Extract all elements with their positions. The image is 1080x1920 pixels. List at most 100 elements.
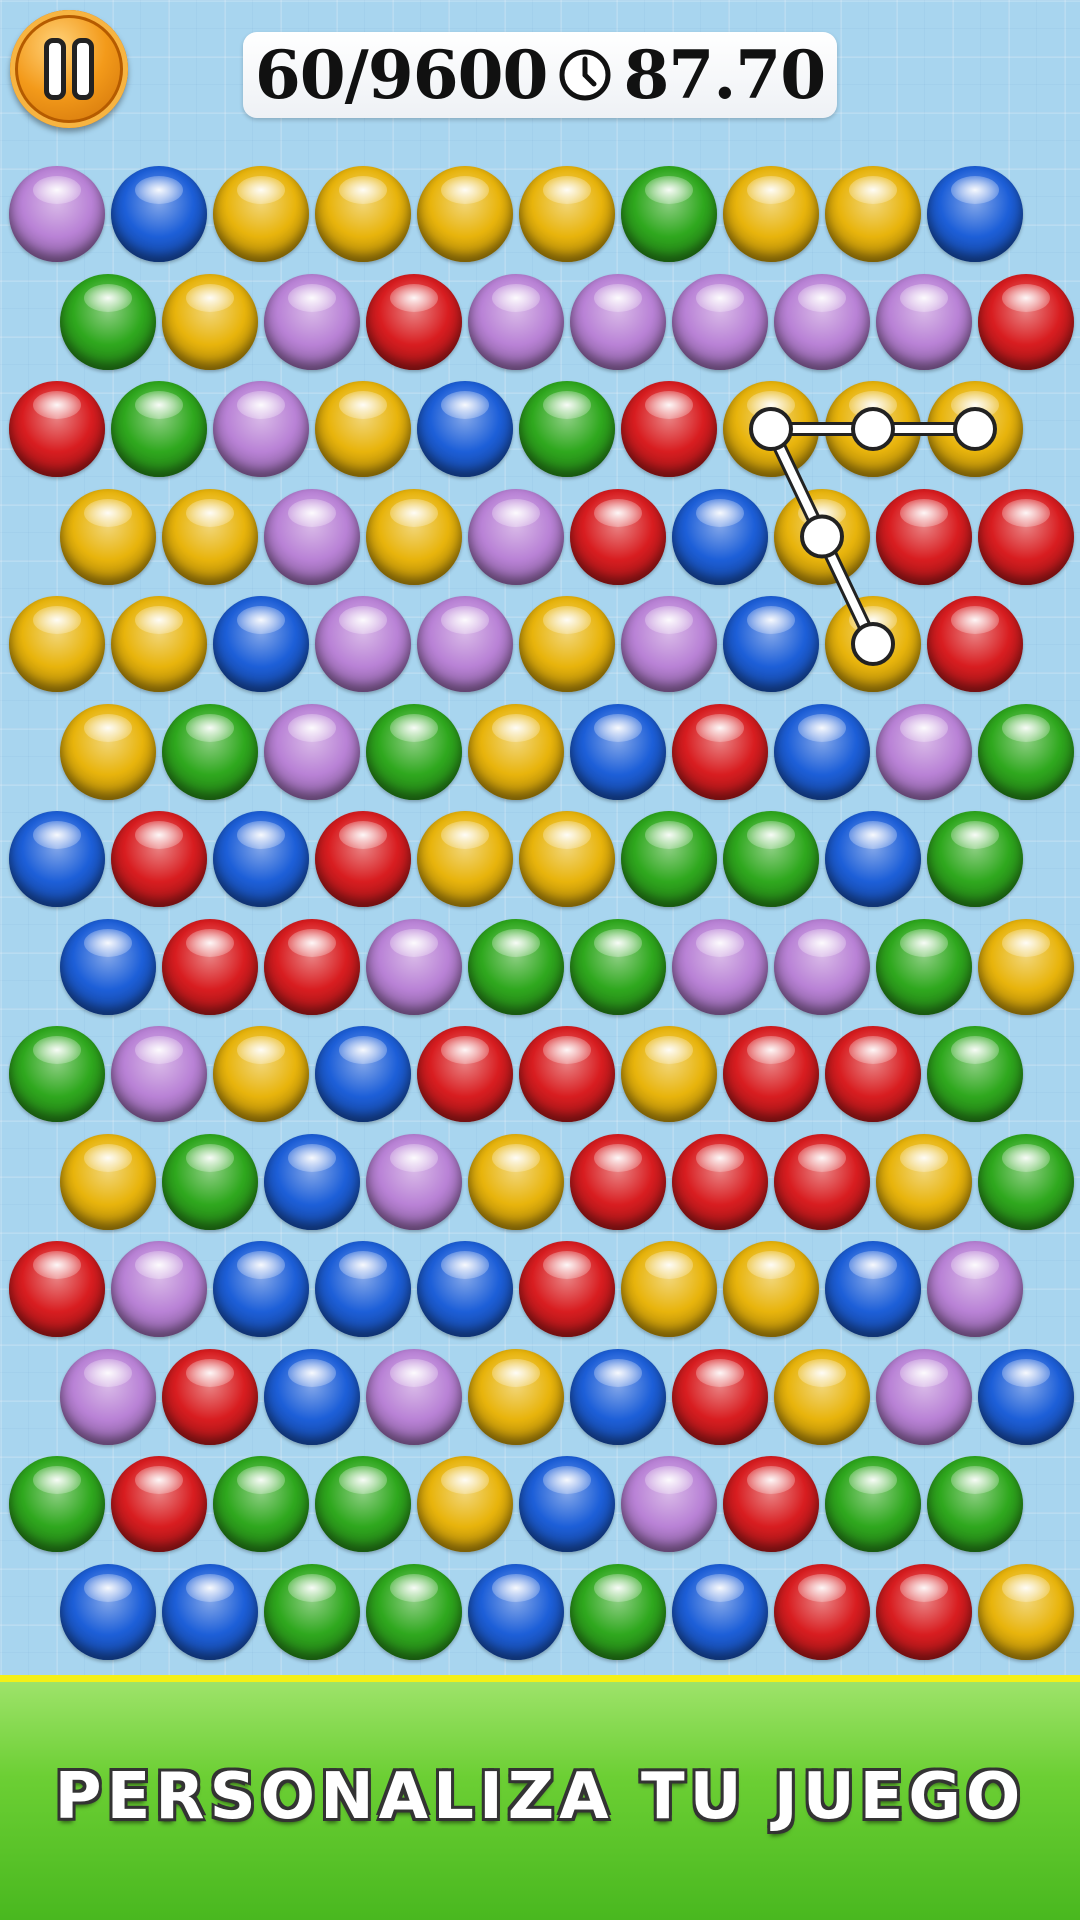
pause-button[interactable] — [10, 10, 128, 128]
purple-bubble[interactable] — [366, 1133, 462, 1230]
yellow-bubble[interactable] — [60, 1133, 156, 1230]
purple-bubble[interactable] — [468, 273, 564, 370]
purple-bubble[interactable] — [264, 703, 360, 800]
green-bubble[interactable] — [978, 1133, 1074, 1230]
bubble-grid[interactable] — [0, 0, 1080, 1682]
purple-bubble[interactable] — [876, 1348, 972, 1445]
green-bubble[interactable] — [162, 703, 258, 800]
purple-bubble[interactable] — [570, 273, 666, 370]
purple-bubble[interactable] — [417, 596, 513, 692]
yellow-bubble[interactable] — [774, 1348, 870, 1445]
green-bubble[interactable] — [723, 811, 819, 907]
yellow-bubble[interactable] — [723, 381, 819, 477]
red-bubble[interactable] — [774, 1133, 870, 1230]
yellow-bubble[interactable] — [978, 1563, 1074, 1660]
yellow-bubble[interactable] — [825, 166, 921, 262]
red-bubble[interactable] — [162, 918, 258, 1015]
blue-bubble[interactable] — [825, 811, 921, 907]
blue-bubble[interactable] — [213, 1241, 309, 1337]
blue-bubble[interactable] — [315, 1026, 411, 1122]
blue-bubble[interactable] — [9, 811, 105, 907]
red-bubble[interactable] — [162, 1348, 258, 1445]
blue-bubble[interactable] — [213, 596, 309, 692]
yellow-bubble[interactable] — [213, 166, 309, 262]
red-bubble[interactable] — [723, 1456, 819, 1552]
green-bubble[interactable] — [621, 811, 717, 907]
yellow-bubble[interactable] — [366, 488, 462, 585]
blue-bubble[interactable] — [162, 1563, 258, 1660]
green-bubble[interactable] — [60, 273, 156, 370]
yellow-bubble[interactable] — [162, 488, 258, 585]
yellow-bubble[interactable] — [774, 488, 870, 585]
red-bubble[interactable] — [774, 1563, 870, 1660]
green-bubble[interactable] — [570, 1563, 666, 1660]
red-bubble[interactable] — [876, 488, 972, 585]
purple-bubble[interactable] — [111, 1241, 207, 1337]
blue-bubble[interactable] — [60, 918, 156, 1015]
green-bubble[interactable] — [825, 1456, 921, 1552]
purple-bubble[interactable] — [366, 918, 462, 1015]
yellow-bubble[interactable] — [162, 273, 258, 370]
yellow-bubble[interactable] — [978, 918, 1074, 1015]
red-bubble[interactable] — [519, 1026, 615, 1122]
red-bubble[interactable] — [570, 1133, 666, 1230]
blue-bubble[interactable] — [417, 1241, 513, 1337]
red-bubble[interactable] — [672, 1133, 768, 1230]
green-bubble[interactable] — [927, 1456, 1023, 1552]
blue-bubble[interactable] — [723, 596, 819, 692]
blue-bubble[interactable] — [315, 1241, 411, 1337]
green-bubble[interactable] — [366, 1563, 462, 1660]
yellow-bubble[interactable] — [9, 596, 105, 692]
yellow-bubble[interactable] — [468, 1348, 564, 1445]
yellow-bubble[interactable] — [825, 381, 921, 477]
purple-bubble[interactable] — [774, 273, 870, 370]
yellow-bubble[interactable] — [417, 166, 513, 262]
purple-bubble[interactable] — [213, 381, 309, 477]
purple-bubble[interactable] — [927, 1241, 1023, 1337]
purple-bubble[interactable] — [876, 703, 972, 800]
red-bubble[interactable] — [672, 703, 768, 800]
red-bubble[interactable] — [876, 1563, 972, 1660]
purple-bubble[interactable] — [468, 488, 564, 585]
blue-bubble[interactable] — [264, 1348, 360, 1445]
red-bubble[interactable] — [825, 1026, 921, 1122]
red-bubble[interactable] — [9, 381, 105, 477]
yellow-bubble[interactable] — [519, 596, 615, 692]
blue-bubble[interactable] — [519, 1456, 615, 1552]
yellow-bubble[interactable] — [825, 596, 921, 692]
purple-bubble[interactable] — [672, 273, 768, 370]
yellow-bubble[interactable] — [723, 1241, 819, 1337]
blue-bubble[interactable] — [927, 166, 1023, 262]
yellow-bubble[interactable] — [213, 1026, 309, 1122]
blue-bubble[interactable] — [264, 1133, 360, 1230]
blue-bubble[interactable] — [213, 811, 309, 907]
purple-bubble[interactable] — [264, 488, 360, 585]
purple-bubble[interactable] — [366, 1348, 462, 1445]
blue-bubble[interactable] — [417, 381, 513, 477]
red-bubble[interactable] — [927, 596, 1023, 692]
purple-bubble[interactable] — [111, 1026, 207, 1122]
green-bubble[interactable] — [927, 811, 1023, 907]
red-bubble[interactable] — [315, 811, 411, 907]
blue-bubble[interactable] — [672, 1563, 768, 1660]
blue-bubble[interactable] — [111, 166, 207, 262]
green-bubble[interactable] — [366, 703, 462, 800]
purple-bubble[interactable] — [876, 273, 972, 370]
blue-bubble[interactable] — [774, 703, 870, 800]
purple-bubble[interactable] — [774, 918, 870, 1015]
red-bubble[interactable] — [111, 1456, 207, 1552]
red-bubble[interactable] — [366, 273, 462, 370]
green-bubble[interactable] — [621, 166, 717, 262]
yellow-bubble[interactable] — [519, 811, 615, 907]
red-bubble[interactable] — [672, 1348, 768, 1445]
green-bubble[interactable] — [978, 703, 1074, 800]
red-bubble[interactable] — [264, 918, 360, 1015]
green-bubble[interactable] — [927, 1026, 1023, 1122]
blue-bubble[interactable] — [672, 488, 768, 585]
yellow-bubble[interactable] — [621, 1241, 717, 1337]
yellow-bubble[interactable] — [876, 1133, 972, 1230]
blue-bubble[interactable] — [60, 1563, 156, 1660]
red-bubble[interactable] — [570, 488, 666, 585]
green-bubble[interactable] — [9, 1026, 105, 1122]
green-bubble[interactable] — [9, 1456, 105, 1552]
